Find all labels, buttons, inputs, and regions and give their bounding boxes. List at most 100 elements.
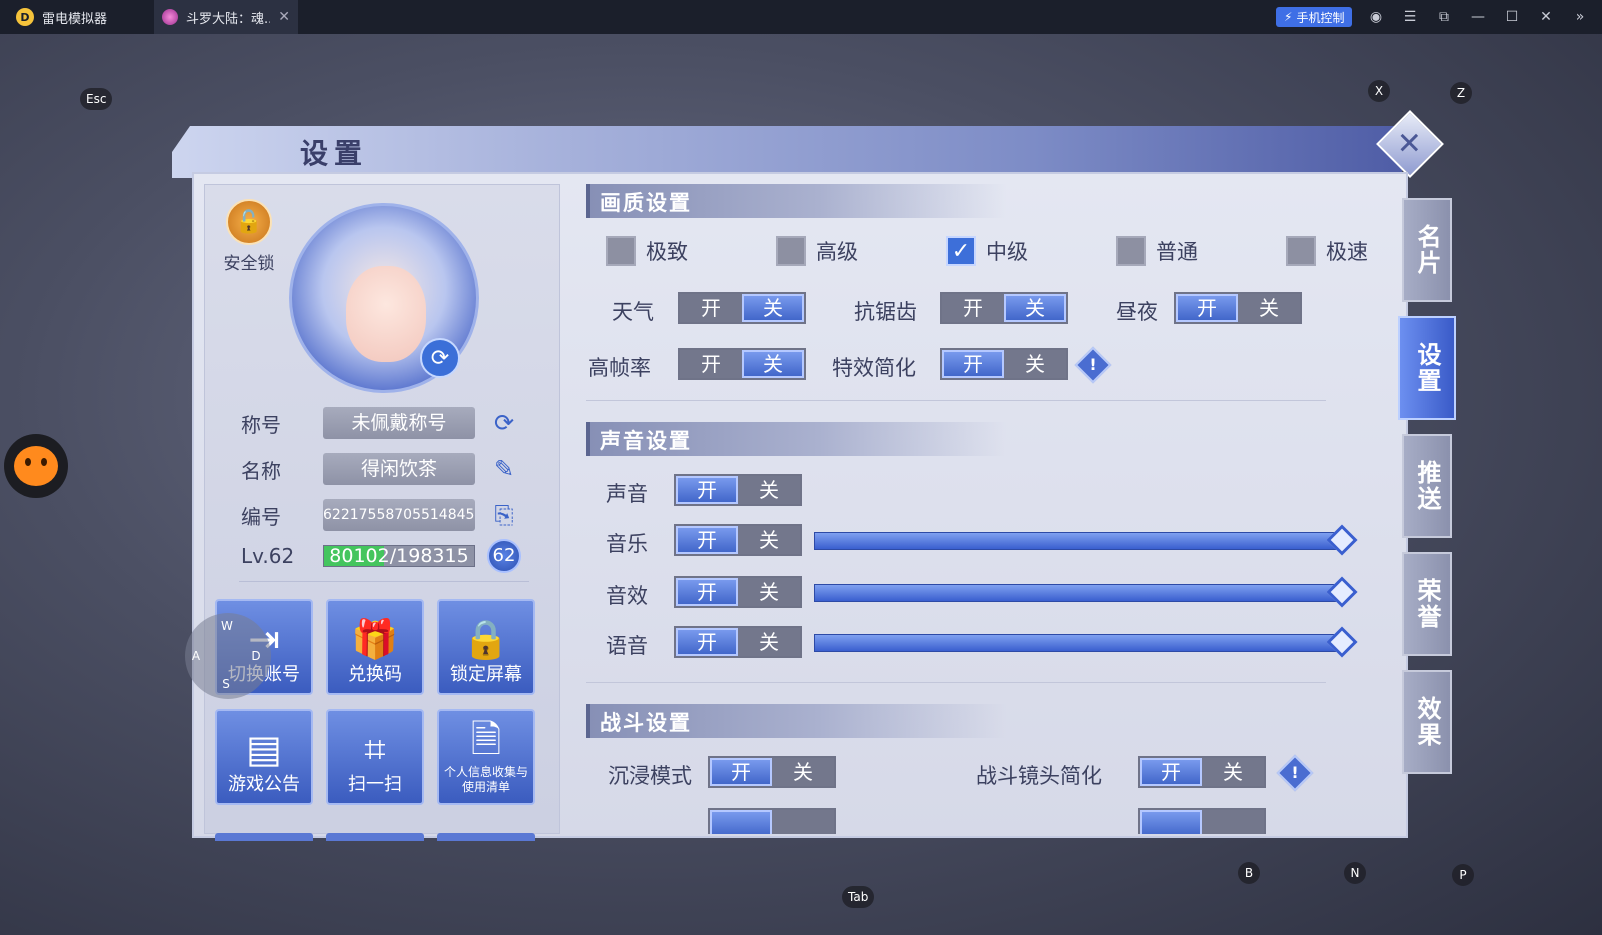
voice-volume-slider[interactable]: [814, 626, 1358, 658]
sfx-volume-slider[interactable]: [814, 576, 1358, 608]
app-name: 雷电模拟器: [42, 11, 108, 27]
quality-option-normal[interactable]: 普通: [1116, 236, 1198, 266]
quality-checkbox[interactable]: [1286, 236, 1316, 266]
quality-option-high[interactable]: 高级: [776, 236, 858, 266]
toggle-on[interactable]: 开: [1140, 758, 1202, 786]
expand-sidebar-icon[interactable]: »: [1572, 9, 1588, 25]
toggle-off[interactable]: 关: [1238, 294, 1300, 322]
lock-screen-label: 锁定屏幕: [450, 664, 522, 685]
quality-label: 普通: [1156, 240, 1198, 264]
copy-id-icon[interactable]: ⎘: [489, 500, 519, 530]
phone-control-button[interactable]: ⚡ 手机控制: [1276, 7, 1353, 27]
grid-button-partial[interactable]: [326, 833, 424, 841]
window-mode-icon[interactable]: ⧉: [1436, 9, 1452, 25]
toggle-off[interactable]: 关: [738, 628, 800, 656]
virtual-joystick[interactable]: W A S D: [185, 613, 271, 699]
game-tab[interactable]: 斗罗大陆：魂... ✕: [154, 0, 298, 34]
toggle-off[interactable]: [1202, 810, 1264, 834]
game-viewport[interactable]: Esc X Z G F 1 2 B N P Tab 设置 ✕ 🔓 安全锁 ⟳: [0, 34, 1602, 935]
toggle-off[interactable]: 关: [738, 526, 800, 554]
keyhint-s: S: [222, 677, 230, 691]
highfps-toggle[interactable]: 开 关: [678, 348, 806, 380]
maximize-icon[interactable]: ☐: [1504, 9, 1520, 25]
toggle-on[interactable]: [1140, 810, 1202, 834]
grid-button-partial[interactable]: [437, 833, 535, 841]
menu-icon[interactable]: ☰: [1402, 9, 1418, 25]
tab-push[interactable]: 推送: [1402, 434, 1452, 538]
toggle-on[interactable]: 开: [676, 628, 738, 656]
game-notice-button[interactable]: ▤ 游戏公告: [215, 709, 313, 805]
toggle-on[interactable]: 开: [676, 578, 738, 606]
emulator-assistant-button[interactable]: [4, 434, 68, 498]
quality-option-ultimate[interactable]: 极致: [606, 236, 688, 266]
toggle-on[interactable]: 开: [710, 758, 772, 786]
checkmark-icon[interactable]: ✓: [946, 236, 976, 266]
tab-honor[interactable]: 荣誉: [1402, 552, 1452, 656]
toggle-off[interactable]: 关: [738, 476, 800, 504]
account-icon[interactable]: ◉: [1368, 9, 1384, 25]
toggle-off[interactable]: 关: [742, 294, 804, 322]
privacy-list-label: 个人信息收集与使用清单: [443, 765, 528, 794]
tab-settings[interactable]: 设置: [1398, 316, 1456, 420]
sfx-label: 音效: [606, 584, 648, 608]
name-field: 得闲饮茶: [323, 453, 475, 485]
info-icon[interactable]: !: [1074, 346, 1112, 384]
battle-toggle-partial[interactable]: [1138, 808, 1266, 834]
scan-button[interactable]: ⌗ 扫一扫: [326, 709, 424, 805]
toggle-on[interactable]: 开: [942, 294, 1004, 322]
refresh-title-icon[interactable]: ⟳: [489, 408, 519, 438]
quality-checkbox[interactable]: [1116, 236, 1146, 266]
voice-toggle[interactable]: 开 关: [674, 626, 802, 658]
toggle-off[interactable]: 关: [1004, 294, 1066, 322]
settings-scroll-area[interactable]: 画质设置 极致 高级 ✓ 中级 普通 极速 天气 开 关 抗锯齿 开 关 昼夜 …: [578, 180, 1398, 834]
sound-toggle[interactable]: 开 关: [674, 474, 802, 506]
sfx-toggle[interactable]: 开 关: [674, 576, 802, 608]
tab-effects[interactable]: 效果: [1402, 670, 1452, 774]
toggle-off[interactable]: 关: [742, 350, 804, 378]
avatar-face: [346, 266, 426, 362]
slider-handle[interactable]: [1326, 576, 1358, 608]
toggle-on[interactable]: 开: [676, 476, 738, 504]
toggle-off[interactable]: 关: [738, 578, 800, 606]
tab-card[interactable]: 名片: [1402, 198, 1452, 302]
toggle-off[interactable]: [772, 810, 834, 834]
quality-checkbox[interactable]: [776, 236, 806, 266]
toggle-off[interactable]: 关: [1202, 758, 1264, 786]
toggle-on[interactable]: [710, 810, 772, 834]
safe-lock-button[interactable]: 🔓 安全锁: [219, 199, 279, 274]
daynight-toggle[interactable]: 开 关: [1174, 292, 1302, 324]
toggle-off[interactable]: 关: [772, 758, 834, 786]
edit-name-icon[interactable]: ✎: [489, 454, 519, 484]
music-toggle[interactable]: 开 关: [674, 524, 802, 556]
effects-simplify-toggle[interactable]: 开 关: [940, 348, 1068, 380]
quality-checkbox[interactable]: [606, 236, 636, 266]
redeem-code-button[interactable]: 🎁 兑换码: [326, 599, 424, 695]
quality-option-fast[interactable]: 极速: [1286, 236, 1368, 266]
toggle-on[interactable]: 开: [676, 526, 738, 554]
privacy-list-button[interactable]: 🗎 个人信息收集与使用清单: [437, 709, 535, 805]
toggle-on[interactable]: 开: [1176, 294, 1238, 322]
toggle-on[interactable]: 开: [680, 294, 742, 322]
avatar[interactable]: ⟳: [289, 203, 479, 393]
grid-button-partial[interactable]: [215, 833, 313, 841]
toggle-on[interactable]: 开: [680, 350, 742, 378]
weather-toggle[interactable]: 开 关: [678, 292, 806, 324]
immersive-mode-toggle[interactable]: 开 关: [708, 756, 836, 788]
emulator-titlebar: D 雷电模拟器 斗罗大陆：魂... ✕ ⚡ 手机控制 ◉ ☰ ⧉ — ☐ ✕ »: [0, 0, 1602, 34]
antialias-toggle[interactable]: 开 关: [940, 292, 1068, 324]
slider-handle[interactable]: [1326, 626, 1358, 658]
camera-simplify-toggle[interactable]: 开 关: [1138, 756, 1266, 788]
slider-handle[interactable]: [1326, 524, 1358, 556]
toggle-on[interactable]: 开: [942, 350, 1004, 378]
info-icon[interactable]: !: [1276, 754, 1314, 792]
toggle-off[interactable]: 关: [1004, 350, 1066, 378]
tab-close-icon[interactable]: ✕: [278, 9, 290, 25]
quality-option-medium[interactable]: ✓ 中级: [946, 236, 1028, 266]
minimize-icon[interactable]: —: [1470, 9, 1486, 25]
sound-label: 声音: [606, 482, 648, 506]
close-window-icon[interactable]: ✕: [1538, 9, 1554, 25]
battle-toggle-partial[interactable]: [708, 808, 836, 834]
lock-screen-button[interactable]: 🔒 锁定屏幕: [437, 599, 535, 695]
avatar-refresh-icon[interactable]: ⟳: [420, 338, 460, 378]
music-volume-slider[interactable]: [814, 524, 1358, 556]
